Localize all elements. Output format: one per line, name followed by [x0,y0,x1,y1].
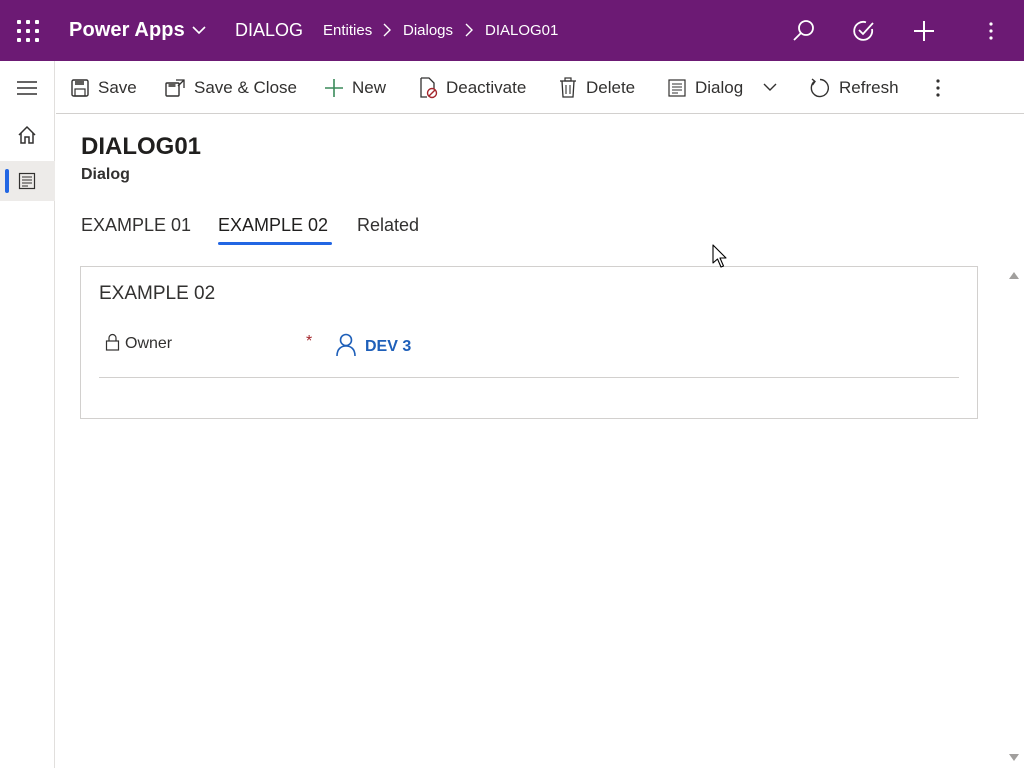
search-icon[interactable] [791,18,817,44]
dialog-button[interactable]: Dialog [667,75,743,101]
owner-field-label: Owner [125,335,173,352]
save-label: Save [98,78,137,97]
chevron-right-icon [383,23,391,37]
active-indicator [5,169,9,193]
refresh-label: Refresh [839,78,899,97]
tab-example-02[interactable]: EXAMPLE 02 [218,215,328,236]
sidebar-item-dialogs[interactable] [0,161,55,201]
trash-icon [560,77,576,98]
save-icon [71,79,89,97]
field-divider [99,377,959,378]
dialog-icon [668,79,686,97]
refresh-button[interactable]: Refresh [809,75,899,101]
home-icon[interactable] [17,125,37,145]
breadcrumb-entities[interactable]: Entities [323,22,372,39]
selected-tab-indicator [218,242,332,245]
breadcrumb-current: DIALOG01 [485,22,559,39]
mouse-cursor-icon [712,244,727,268]
new-label: New [352,78,387,97]
save-close-icon [165,79,185,97]
section-title: EXAMPLE 02 [99,283,216,304]
more-vertical-icon[interactable] [928,75,948,101]
delete-label: Delete [586,78,636,97]
left-navigation [0,61,55,768]
app-name[interactable]: DIALOG [235,20,303,41]
scroll-down-arrow[interactable] [1009,754,1019,761]
hamburger-icon[interactable] [17,80,37,96]
save-button[interactable]: Save [70,75,137,101]
tab-related[interactable]: Related [357,215,419,236]
waffle-icon[interactable] [17,20,39,42]
chevron-down-icon[interactable] [762,81,778,93]
required-marker: * [306,333,313,350]
chevron-right-icon [465,23,473,37]
entity-icon [18,172,36,190]
user-icon [336,333,356,357]
owner-value-link[interactable]: DEV 3 [365,338,411,356]
scroll-up-arrow[interactable] [1009,272,1019,279]
deactivate-label: Deactivate [446,78,527,97]
lock-icon [105,333,120,351]
deactivate-icon [420,77,438,99]
new-button[interactable]: New [324,75,386,101]
save-close-label: Save & Close [194,78,297,97]
delete-button[interactable]: Delete [558,75,635,101]
entity-name: Dialog [81,166,130,183]
tab-example-01[interactable]: EXAMPLE 01 [81,215,191,236]
command-bar: Save Save & Close New Deactivate Delete … [56,61,1024,114]
more-vertical-icon[interactable] [978,18,1004,44]
form-section: EXAMPLE 02 Owner * DEV 3 [80,266,978,419]
plus-icon[interactable] [911,18,937,44]
save-close-button[interactable]: Save & Close [164,75,297,101]
brand-name[interactable]: Power Apps [69,19,185,42]
top-navigation-bar: Power Apps DIALOG Entities Dialogs DIALO… [0,0,1024,61]
plus-icon [325,79,343,97]
page-title: DIALOG01 [81,133,202,160]
chevron-down-icon[interactable] [190,23,208,37]
deactivate-button[interactable]: Deactivate [418,75,526,101]
breadcrumb-dialogs[interactable]: Dialogs [403,22,453,39]
task-check-icon[interactable] [851,18,877,44]
refresh-icon [810,78,829,98]
dialog-label: Dialog [695,78,744,97]
